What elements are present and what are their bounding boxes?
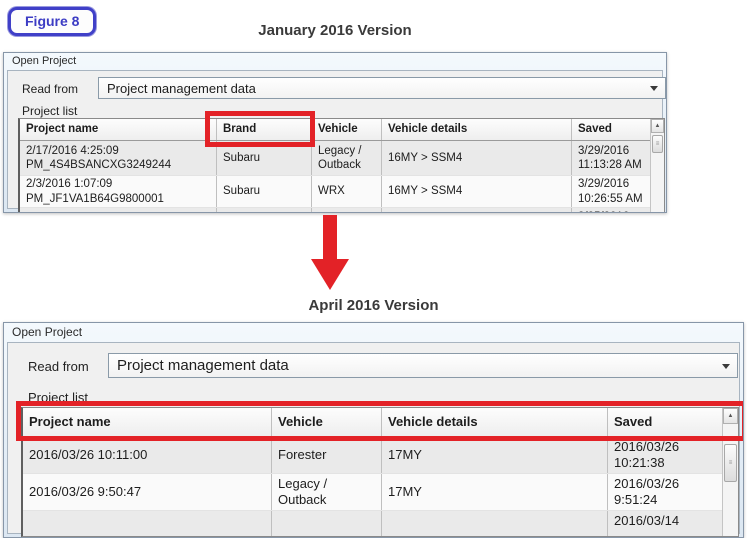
cell-vehicle-details: 17MY [382, 474, 608, 510]
cell-project-name: 2016/03/26 9:50:47 [23, 474, 272, 510]
cell-brand: Subaru [217, 176, 312, 207]
cell-brand [217, 208, 312, 213]
cell-saved: 3/29/2016 10:26:55 AM [572, 176, 653, 207]
cell-vehicle: Legacy / Outback [312, 141, 382, 175]
cell-project-name: 2/3/2016 1:07:09 PM_JF1VA1B64G9800001 [20, 176, 217, 207]
red-highlight-header-row [16, 401, 744, 441]
read-from-label: Read from [28, 359, 89, 374]
project-list-label: Project list [22, 104, 77, 118]
cell-project-name: 2/17/2016 4:25:09 PM_4S4BSANCXG3249244 [20, 141, 217, 175]
cell-saved: 3/29/2016 11:13:28 AM [572, 141, 653, 175]
cell-project-name: 2016/03/26 10:11:00 [23, 437, 272, 473]
chevron-down-icon [650, 86, 658, 91]
read-from-dropdown[interactable]: Project management data [108, 353, 738, 378]
cell-vehicle-details [382, 208, 572, 213]
cell-project-name [23, 511, 272, 537]
scrollbar-thumb[interactable]: ≡ [652, 135, 663, 153]
column-header-project-name[interactable]: Project name [20, 119, 217, 140]
table-header-row: Project name Brand Vehicle Vehicle detai… [20, 119, 664, 141]
column-header-saved[interactable]: Saved [572, 119, 653, 140]
april-version-title: April 2016 Version [3, 297, 744, 314]
january-version-title: January 2016 Version [3, 22, 667, 39]
read-from-dropdown[interactable]: Project management data [98, 77, 666, 99]
cell-vehicle: Legacy / Outback [272, 474, 382, 510]
cell-saved: 3/25/2016 [572, 208, 653, 213]
read-from-label: Read from [22, 82, 78, 96]
column-header-vehicle-details[interactable]: Vehicle details [382, 119, 572, 140]
read-from-value: Project management data [107, 81, 256, 96]
read-from-value: Project management data [117, 357, 289, 374]
cell-vehicle [312, 208, 382, 213]
open-project-dialog-april: Open Project Read from Project managemen… [3, 322, 744, 538]
column-header-vehicle[interactable]: Vehicle [312, 119, 382, 140]
cell-vehicle-details: 16MY > SSM4 [382, 141, 572, 175]
table-row[interactable]: 2016/03/26 9:50:47 Legacy / Outback 17MY… [23, 474, 738, 511]
open-project-dialog-january: Open Project Read from Project managemen… [3, 52, 667, 213]
table-row-partial[interactable]: 2016/03/14 [23, 511, 738, 537]
dialog-client-area: Read from Project management data Projec… [7, 70, 663, 209]
cell-saved: 2016/03/14 [608, 511, 725, 537]
red-down-arrow-icon [311, 215, 349, 290]
table-row[interactable]: 2/17/2016 4:25:09 PM_4S4BSANCXG3249244 S… [20, 141, 664, 176]
scrollbar-thumb[interactable]: ≡ [724, 444, 737, 482]
cell-vehicle-details: 16MY > SSM4 [382, 176, 572, 207]
cell-vehicle-details [382, 511, 608, 537]
chevron-down-icon [722, 364, 730, 369]
cell-project-name [20, 208, 217, 213]
table-row[interactable]: 2/3/2016 1:07:09 PM_JF1VA1B64G9800001 Su… [20, 176, 664, 208]
window-title: Open Project [4, 53, 666, 70]
cell-vehicle: Forester [272, 437, 382, 473]
table-row[interactable]: 2016/03/26 10:11:00 Forester 17MY 2016/0… [23, 437, 738, 474]
table-row-partial[interactable]: 3/25/2016 [20, 208, 664, 213]
cell-vehicle: WRX [312, 176, 382, 207]
red-highlight-brand-column [205, 111, 315, 147]
cell-vehicle [272, 511, 382, 537]
vertical-scrollbar[interactable]: ▲ ≡ [650, 119, 664, 212]
window-title: Open Project [4, 323, 743, 342]
dialog-client-area: Read from Project management data Projec… [7, 342, 740, 534]
scroll-up-icon[interactable]: ▲ [651, 119, 664, 133]
cell-saved: 2016/03/26 9:51:24 [608, 474, 725, 510]
cell-vehicle-details: 17MY [382, 437, 608, 473]
project-table: Project name Brand Vehicle Vehicle detai… [18, 118, 665, 213]
cell-saved: 2016/03/26 10:21:38 [608, 437, 725, 473]
